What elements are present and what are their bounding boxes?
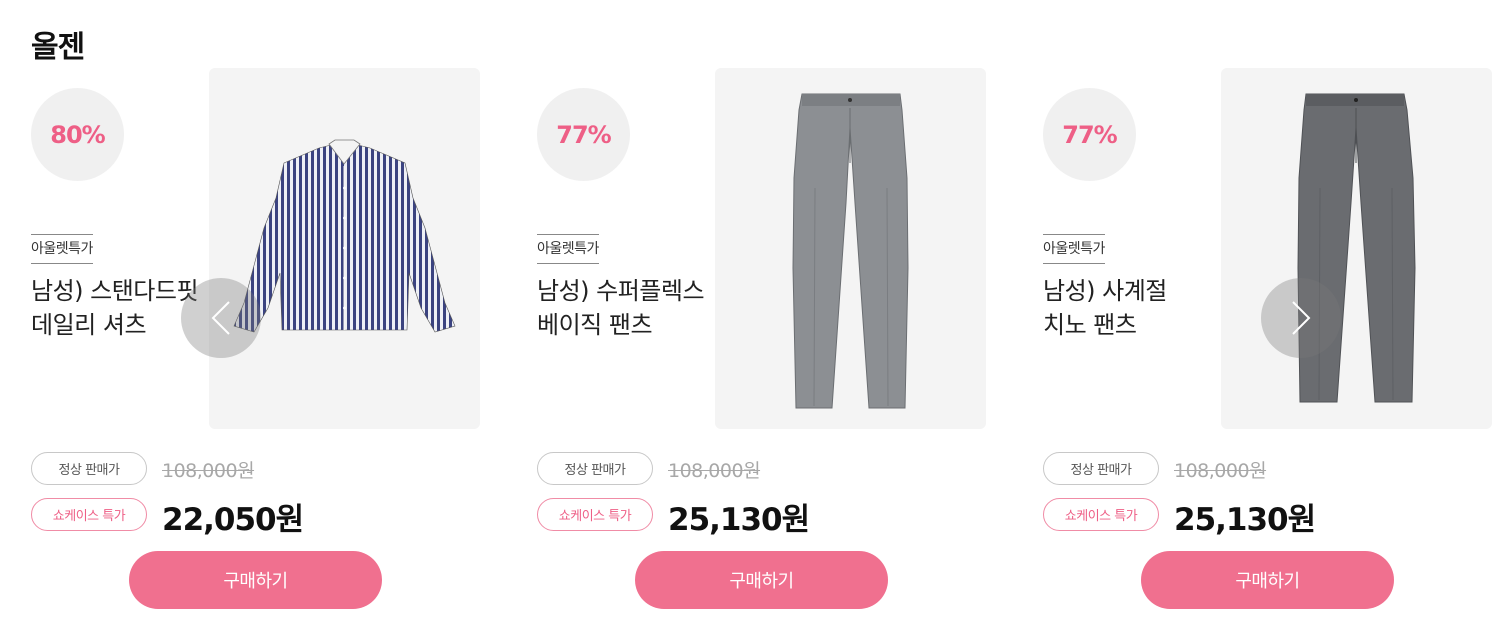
showcase-price-label: 쇼케이스 특가 [31, 498, 147, 531]
product-name[interactable]: 남성) 사계절 치노 팬츠 [1043, 274, 1283, 342]
sale-price: 22,050원 [162, 502, 304, 538]
original-price: 108,000원 [162, 460, 255, 482]
chevron-right-icon [1292, 301, 1311, 335]
original-price: 108,000원 [668, 460, 761, 482]
light-gray-pants-image [792, 93, 909, 409]
product-image[interactable] [1221, 68, 1492, 429]
buy-button[interactable]: 구매하기 [635, 551, 888, 609]
sale-price: 25,130원 [1174, 502, 1316, 538]
showcase-price-label: 쇼케이스 특가 [1043, 498, 1159, 531]
dark-gray-pants-image [1297, 93, 1416, 403]
regular-price-label: 정상 판매가 [1043, 452, 1159, 485]
outlet-tag: 아울렛특가 [1043, 234, 1105, 264]
outlet-tag: 아울렛특가 [537, 234, 599, 264]
product-image[interactable] [209, 68, 480, 429]
regular-price-label: 정상 판매가 [537, 452, 653, 485]
chevron-left-icon [211, 301, 230, 335]
sale-price: 25,130원 [668, 502, 810, 538]
original-price: 108,000원 [1174, 460, 1267, 482]
product-image[interactable] [715, 68, 986, 429]
regular-price-label: 정상 판매가 [31, 452, 147, 485]
carousel-next-button[interactable] [1261, 278, 1341, 358]
discount-badge: 77% [537, 88, 630, 181]
product-name[interactable]: 남성) 수퍼플렉스 베이직 팬츠 [537, 274, 777, 342]
buy-button[interactable]: 구매하기 [129, 551, 382, 609]
outlet-tag: 아울렛특가 [31, 234, 93, 264]
carousel-prev-button[interactable] [181, 278, 261, 358]
showcase-price-label: 쇼케이스 특가 [537, 498, 653, 531]
brand-title: 올젠 [31, 30, 85, 65]
discount-badge: 80% [31, 88, 124, 181]
product-card: 77% 아울렛특가 남성) 수퍼플렉스 베이직 팬츠 정상 판매가 108,00… [537, 68, 987, 613]
striped-shirt-image [233, 139, 456, 333]
product-card: 80% 아울렛특가 남성) 스탠다드핏 데일리 셔츠 정상 판매가 108,00… [31, 68, 481, 613]
discount-badge: 77% [1043, 88, 1136, 181]
buy-button[interactable]: 구매하기 [1141, 551, 1394, 609]
